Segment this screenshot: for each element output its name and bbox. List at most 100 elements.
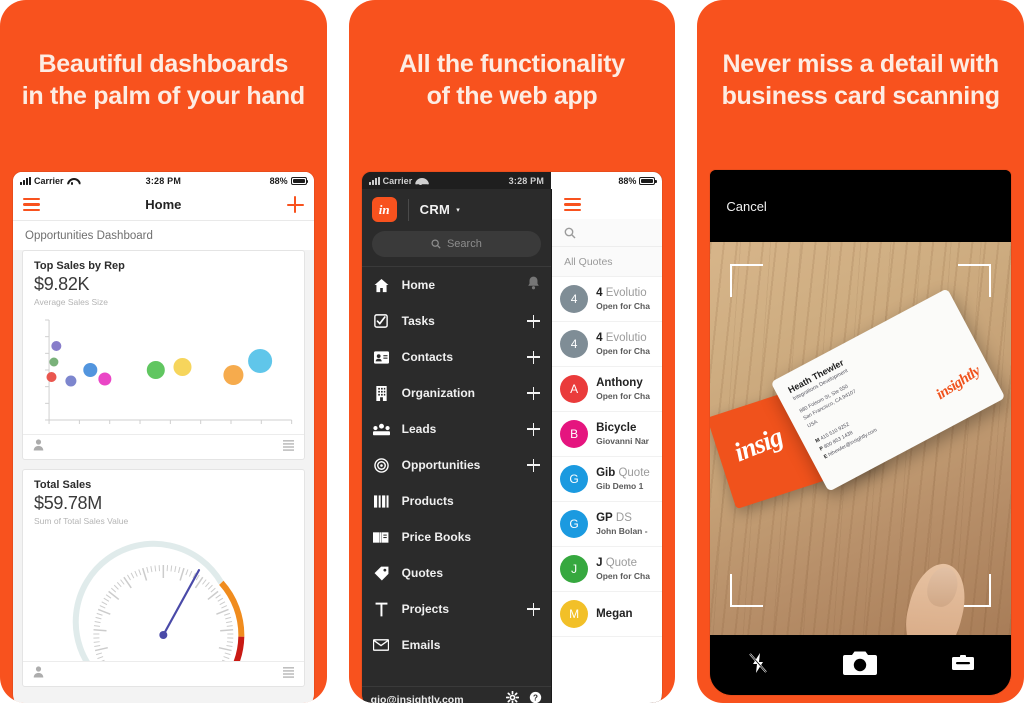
panel-headline: All the functionality of the web app: [349, 48, 676, 112]
search-icon: [431, 239, 441, 249]
plus-icon[interactable]: [286, 196, 304, 213]
list-icon[interactable]: [282, 438, 294, 456]
person-icon[interactable]: [33, 665, 44, 683]
quote-item-name: Megan: [596, 608, 633, 621]
person-icon[interactable]: [33, 438, 44, 456]
quote-item-status: Open for Cha: [596, 571, 650, 582]
drawer-nav-item-emails[interactable]: Emails: [362, 627, 551, 663]
quote-item-name: 4 Evolutio: [596, 287, 647, 300]
quote-item-name: J Quote: [596, 557, 638, 570]
phone-mockup-crm-drawer: Carrier 3:28 PM 88% in CRM ▾ Search Home…: [361, 172, 663, 703]
plus-icon[interactable]: [527, 422, 541, 436]
insightly-wordmark-white: insig: [730, 421, 787, 468]
plus-icon[interactable]: [527, 386, 541, 400]
signal-bars-icon: [368, 176, 380, 185]
quotes-list: 44 Evolutio Open for Cha 4 4 Evolutio Open f…: [552, 277, 663, 638]
carrier-label: Carrier: [34, 175, 64, 186]
gear-icon[interactable]: [505, 690, 520, 703]
avatar: G: [560, 465, 589, 494]
quote-item-name-suffix: DS: [612, 512, 632, 525]
quote-list-item[interactable]: M Megan: [552, 592, 663, 638]
dashboard-card-list: Top Sales by Rep $9.82K Average Sales Si…: [13, 250, 314, 703]
quote-list-item[interactable]: B Bicycle Giovanni Nar: [552, 412, 663, 458]
avatar: 4: [560, 285, 589, 314]
drawer-nav-item-label: Quotes: [401, 566, 444, 580]
drawer-nav-item-contacts[interactable]: Contacts: [362, 339, 551, 375]
camera-icon[interactable]: [842, 649, 877, 682]
book-icon: [373, 531, 390, 544]
hamburger-icon[interactable]: [564, 198, 582, 212]
plus-icon[interactable]: [527, 314, 541, 328]
headline-line-1: Never miss a detail with: [722, 50, 1000, 78]
dashboard-card-total-sales[interactable]: Total Sales $59.78M Sum of Total Sales V…: [22, 469, 305, 687]
quote-item-text: Megan: [596, 608, 662, 620]
dashboard-card-top-sales-by-rep[interactable]: Top Sales by Rep $9.82K Average Sales Si…: [22, 250, 305, 460]
list-search-input[interactable]: [552, 219, 663, 248]
contact-card-icon: [373, 350, 390, 364]
hamburger-icon[interactable]: [23, 197, 40, 212]
app-store-screenshot-gallery: Beautiful dashboards in the palm of your…: [0, 0, 1024, 703]
projects-t-icon: [373, 602, 390, 617]
tag-icon: [373, 566, 390, 581]
focus-bracket-bottom-left-icon: [730, 574, 764, 607]
drawer-nav-item-label: Price Books: [401, 530, 472, 544]
target-icon: [373, 457, 390, 473]
drawer-nav-item-label: Products: [401, 494, 454, 508]
quote-list-item[interactable]: 4 4 Evolutio Open for Cha: [552, 277, 663, 323]
quote-item-name-suffix: Quote: [602, 557, 638, 570]
drawer-nav-item-opportunities[interactable]: Opportunities: [362, 447, 551, 483]
bell-icon[interactable]: [527, 276, 540, 295]
plus-icon[interactable]: [527, 602, 541, 616]
card-scan-icon[interactable]: [951, 654, 974, 676]
gauge-chart: [23, 531, 304, 677]
quote-list-item[interactable]: G Gib Quote Gib Demo 1: [552, 457, 663, 503]
brand-row[interactable]: in CRM ▾: [362, 189, 551, 231]
drawer-nav-list: Home Tasks Contacts Organization Leads Opport…: [361, 266, 552, 686]
quote-list-item[interactable]: G GP DS John Bolan -: [552, 502, 663, 548]
focus-bracket-top-right-icon: [958, 264, 992, 297]
promo-panel-card-scanning: Never miss a detail with business card s…: [697, 0, 1024, 703]
quote-list-item[interactable]: 4 4 Evolutio Open for Cha: [552, 322, 663, 368]
drawer-left-pane: in CRM ▾ Search Home Tasks Contacts Organiz…: [361, 189, 552, 703]
quote-item-status: John Bolan -: [596, 526, 648, 537]
drawer-nav-item-quotes[interactable]: Quotes: [362, 555, 551, 591]
plus-icon[interactable]: [527, 458, 541, 472]
quote-item-status: Giovanni Nar: [596, 436, 649, 447]
drawer-nav-item-projects[interactable]: Projects: [362, 591, 551, 627]
quote-item-text: GP DS John Bolan -: [596, 512, 662, 536]
drawer-nav-item-products[interactable]: Products: [362, 483, 551, 519]
plus-icon[interactable]: [527, 350, 541, 364]
quote-item-status: Open for Cha: [596, 391, 650, 402]
help-icon[interactable]: ?: [529, 691, 542, 703]
quote-item-text: 4 Evolutio Open for Cha: [596, 332, 662, 356]
search-input[interactable]: Search: [371, 231, 542, 257]
card-subtitle: Average Sales Size: [34, 297, 109, 307]
list-icon[interactable]: [282, 665, 294, 683]
chevron-down-icon[interactable]: ▾: [456, 206, 460, 214]
quote-list-item[interactable]: J J Quote Open for Cha: [552, 547, 663, 593]
card-footer: [23, 434, 304, 459]
home-icon: [373, 278, 390, 293]
leads-group-icon: [372, 423, 390, 436]
flash-off-icon[interactable]: [748, 652, 768, 679]
drawer-nav-item-home[interactable]: Home: [362, 267, 551, 303]
search-placeholder: Search: [446, 238, 482, 250]
quote-item-text: Gib Quote Gib Demo 1: [596, 467, 662, 491]
clock-label: 3:28 PM: [145, 175, 182, 186]
drawer-nav-item-tasks[interactable]: Tasks: [362, 303, 551, 339]
camera-bottom-bar: [710, 635, 1012, 695]
list-filter-label[interactable]: All Quotes: [552, 247, 663, 278]
ios-status-bar-dark: Carrier 3:28 PM: [361, 172, 552, 189]
battery-icon: [290, 176, 309, 185]
drawer-nav-item-leads[interactable]: Leads: [362, 411, 551, 447]
quote-list-item[interactable]: A Anthony Open for Cha: [552, 367, 663, 413]
drawer-nav-item-price-books[interactable]: Price Books: [362, 519, 551, 555]
carrier-label: Carrier: [382, 175, 413, 186]
quote-item-name-suffix: Evolutio: [602, 287, 647, 300]
quote-item-text: 4 Evolutio Open for Cha: [596, 287, 662, 311]
panel-headline: Beautiful dashboards in the palm of your…: [0, 48, 327, 112]
cancel-button[interactable]: Cancel: [726, 199, 766, 214]
drawer-nav-item-organization[interactable]: Organization: [362, 375, 551, 411]
task-check-icon: [373, 314, 390, 328]
battery-percent-label: 88%: [269, 175, 288, 186]
